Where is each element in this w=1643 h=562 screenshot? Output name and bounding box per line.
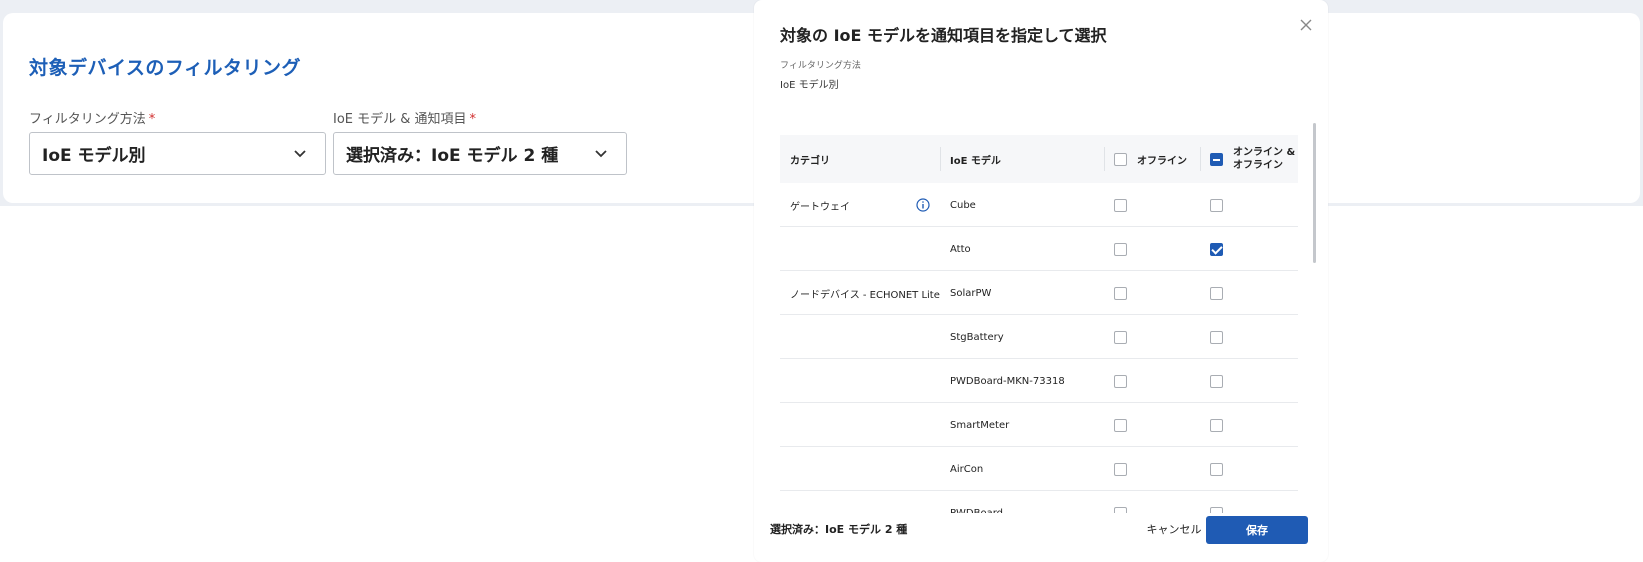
offline-checkbox[interactable] (1114, 242, 1127, 256)
header-online-offline-checkbox[interactable] (1210, 152, 1223, 166)
models-label: IoE モデル & 通知項目 * (333, 112, 477, 127)
offline-checkbox[interactable] (1114, 286, 1127, 300)
row-model: AirCon (950, 463, 984, 475)
models-select[interactable]: 選択済み：IoE モデル 2 種 (333, 132, 627, 175)
row-online-offline-cell (1210, 227, 1223, 271)
offline-checkbox[interactable] (1114, 418, 1127, 432)
table-row: StgBattery (780, 315, 1298, 359)
row-category: ノードデバイス - ECHONET Lite (790, 289, 940, 301)
header-model: IoE モデル (940, 135, 1001, 183)
row-model: PWDBoard (950, 507, 1004, 514)
header-online-offline: オンライン & オフライン (1199, 135, 1295, 183)
offline-checkbox[interactable] (1114, 374, 1127, 388)
model-selection-modal: 対象の IoE モデルを通知項目を指定して選択 フィルタリング方法 IoE モデ… (754, 0, 1328, 562)
table-row: PWDBoard (780, 491, 1298, 513)
online-offline-checkbox[interactable] (1210, 418, 1223, 432)
table-body: ゲートウェイ Cube Atto ノードデバイス - ECHONET Lite Sola… (780, 183, 1298, 513)
offline-checkbox[interactable] (1114, 506, 1127, 513)
offline-checkbox[interactable] (1114, 198, 1127, 212)
row-offline-cell (1114, 491, 1127, 513)
filter-method-select[interactable]: IoE モデル別 (29, 132, 326, 175)
save-button[interactable]: 保存 (1206, 516, 1308, 544)
filter-method-readout: IoE モデル別 (780, 80, 839, 91)
row-model: SolarPW (950, 287, 992, 299)
chevron-down-icon (595, 150, 607, 158)
filter-method-value: IoE モデル別 (42, 146, 146, 166)
header-offline: オフライン (1104, 135, 1187, 183)
row-online-offline-cell (1210, 447, 1223, 491)
online-offline-checkbox[interactable] (1210, 286, 1223, 300)
row-model: PWDBoard-MKN-73318 (950, 375, 1065, 387)
table-scroll-area[interactable]: カテゴリ IoE モデル オフライン オンライン & オフライン ゲートウェイ C… (780, 135, 1298, 513)
offline-checkbox[interactable] (1114, 462, 1127, 476)
table-row: PWDBoard-MKN-73318 (780, 359, 1298, 403)
online-offline-checkbox[interactable] (1210, 506, 1223, 513)
online-offline-checkbox[interactable] (1210, 462, 1223, 476)
row-offline-cell (1114, 447, 1127, 491)
online-offline-checkbox[interactable] (1210, 242, 1223, 256)
row-model: StgBattery (950, 331, 1004, 343)
row-category: ゲートウェイ (790, 201, 850, 213)
required-mark: * (148, 112, 156, 127)
header-offline-checkbox[interactable] (1114, 152, 1127, 166)
offline-checkbox[interactable] (1114, 330, 1127, 344)
row-offline-cell (1114, 271, 1127, 315)
row-online-offline-cell (1210, 359, 1223, 403)
row-offline-cell (1114, 315, 1127, 359)
row-model: Cube (950, 199, 976, 211)
row-online-offline-cell (1210, 491, 1223, 513)
online-offline-checkbox[interactable] (1210, 374, 1223, 388)
info-icon[interactable] (916, 198, 930, 212)
modal-title: 対象の IoE モデルを通知項目を指定して選択 (780, 26, 1107, 45)
row-online-offline-cell (1210, 271, 1223, 315)
row-offline-cell (1114, 359, 1127, 403)
table-row: ゲートウェイ Cube (780, 183, 1298, 227)
row-online-offline-cell (1210, 183, 1223, 227)
row-model: SmartMeter (950, 419, 1010, 431)
table-row: ノードデバイス - ECHONET Lite SolarPW (780, 271, 1298, 315)
table-row: Atto (780, 227, 1298, 271)
scrollbar-thumb[interactable] (1313, 123, 1316, 263)
chevron-down-icon (294, 150, 306, 158)
table-row: AirCon (780, 447, 1298, 491)
required-mark: * (469, 112, 477, 127)
row-model: Atto (950, 243, 971, 255)
online-offline-checkbox[interactable] (1210, 330, 1223, 344)
filter-method-caption: フィルタリング方法 (780, 61, 861, 71)
row-online-offline-cell (1210, 315, 1223, 359)
table-header: カテゴリ IoE モデル オフライン オンライン & オフライン (780, 135, 1298, 183)
close-icon[interactable] (1298, 17, 1314, 33)
selected-summary: 選択済み：IoE モデル 2 種 (770, 523, 908, 536)
online-offline-checkbox[interactable] (1210, 198, 1223, 212)
models-value: 選択済み：IoE モデル 2 種 (346, 146, 559, 166)
header-category: カテゴリ (790, 155, 830, 167)
row-online-offline-cell (1210, 403, 1223, 447)
filter-card-title: 対象デバイスのフィルタリング (29, 57, 302, 79)
filter-method-label: フィルタリング方法 * (29, 112, 156, 127)
row-offline-cell (1114, 403, 1127, 447)
row-offline-cell (1114, 183, 1127, 227)
row-offline-cell (1114, 227, 1127, 271)
table-row: SmartMeter (780, 403, 1298, 447)
